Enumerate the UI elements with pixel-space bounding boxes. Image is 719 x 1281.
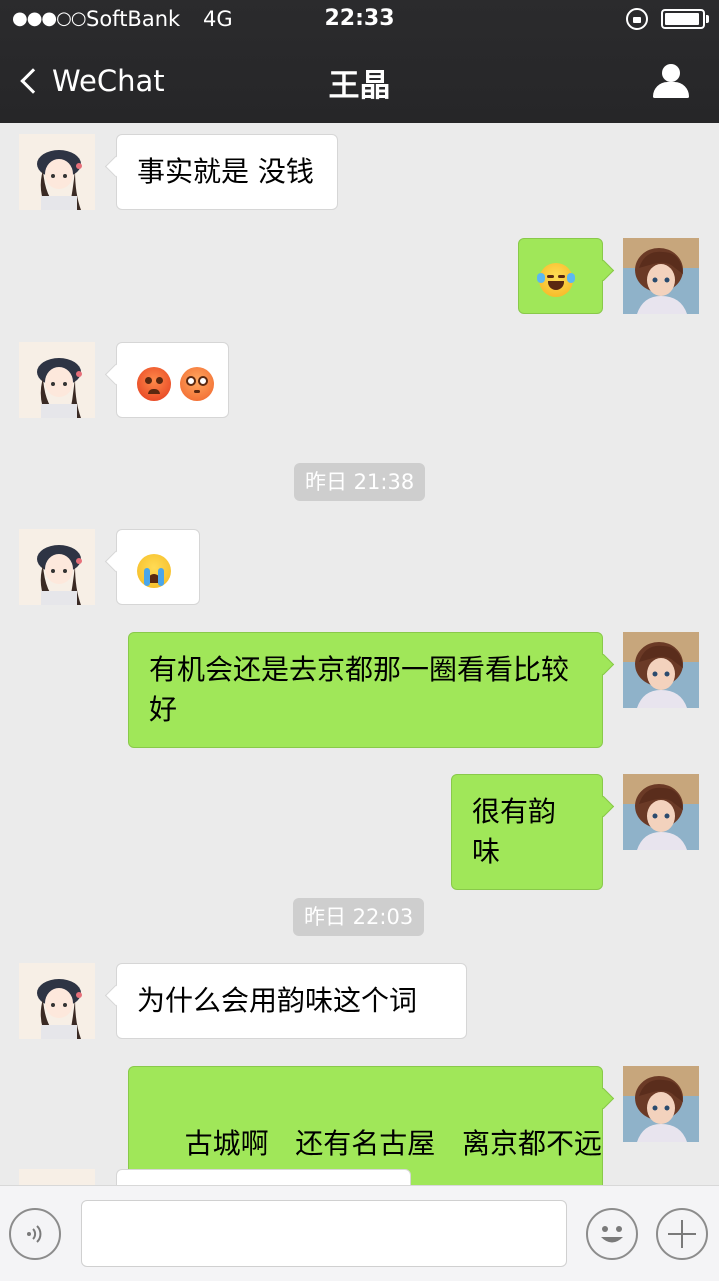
timestamp: 昨日 22:03: [293, 898, 425, 936]
contact-avatar[interactable]: [19, 963, 95, 1039]
voice-icon: [27, 1225, 42, 1243]
message-text: 为什么会用韵味这个词: [137, 984, 418, 1017]
voice-input-button[interactable]: [9, 1208, 61, 1260]
plus-icon-stroke: [681, 1220, 683, 1248]
top-bar: ●●●○○ SoftBank 4G 22:33 WeChat 王晶: [0, 0, 719, 123]
my-avatar[interactable]: [623, 632, 699, 708]
message-input[interactable]: [81, 1200, 567, 1267]
loudly-crying-face-icon: [137, 554, 171, 588]
message-text: 有机会还是去京都那一圈看看比较好: [149, 653, 570, 726]
message-text: 古城啊 还有名古屋 离京都不远: [184, 1127, 603, 1160]
battery-tip: [706, 15, 709, 23]
angry-face-icon: [137, 367, 171, 401]
my-avatar[interactable]: [623, 238, 699, 314]
contact-avatar[interactable]: [19, 342, 95, 418]
timestamp: 昨日 21:38: [294, 463, 426, 501]
message-bubble-outgoing[interactable]: 古城啊 还有名古屋 离京都不远: [128, 1066, 603, 1185]
emoji-button[interactable]: [586, 1208, 638, 1260]
my-avatar[interactable]: [623, 774, 699, 850]
status-bar: ●●●○○ SoftBank 4G 22:33: [0, 0, 719, 40]
flushed-face-icon: [179, 367, 214, 401]
contact-profile-button[interactable]: [650, 62, 694, 102]
chat-title: 王晶: [328, 68, 391, 104]
contact-avatar[interactable]: [19, 1169, 95, 1185]
status-time: 22:33: [324, 6, 395, 31]
rotation-lock-icon: [626, 8, 648, 30]
message-bubble-incoming[interactable]: [116, 342, 229, 418]
message-bubble-incoming[interactable]: 事实就是 没钱: [116, 134, 338, 210]
contact-avatar[interactable]: [19, 134, 95, 210]
person-icon: [662, 64, 680, 82]
message-bubble-outgoing[interactable]: 有机会还是去京都那一圈看看比较好: [128, 632, 603, 748]
battery-level: [665, 13, 699, 25]
laughing-crying-face-icon: [537, 263, 575, 297]
message-list[interactable]: 事实就是 没钱 昨日 21:38 有机会还是去京都那一圈看看比较好 很有韵味 昨…: [0, 123, 719, 1185]
message-bubble-incoming[interactable]: [116, 1169, 411, 1185]
my-avatar[interactable]: [623, 1066, 699, 1142]
person-icon-body: [653, 82, 689, 98]
emoji-face-icon: [601, 1226, 623, 1243]
message-text: 很有韵味: [472, 795, 557, 868]
more-options-button[interactable]: [656, 1208, 708, 1260]
message-bubble-outgoing[interactable]: 很有韵味: [451, 774, 603, 890]
input-bar: [0, 1185, 719, 1281]
contact-avatar[interactable]: [19, 529, 95, 605]
battery-icon: [661, 9, 705, 29]
message-bubble-outgoing[interactable]: [518, 238, 603, 314]
message-bubble-incoming[interactable]: 为什么会用韵味这个词: [116, 963, 467, 1039]
message-text: 事实就是 没钱: [137, 155, 314, 188]
message-bubble-incoming[interactable]: [116, 529, 200, 605]
